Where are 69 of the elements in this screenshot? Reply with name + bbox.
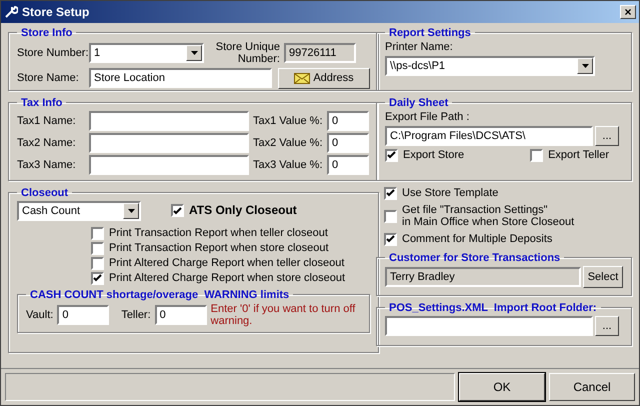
caret-icon (128, 208, 134, 213)
field-label: Tax2 Name: (17, 136, 77, 149)
field-label: Tax1 Name: (17, 114, 77, 127)
field-label: Vault: (26, 309, 54, 322)
checkbox[interactable]: ATS Only Closeout (171, 204, 297, 218)
tax-name-field[interactable] (89, 154, 249, 175)
group-title: CASH COUNT shortage/overage WARNING limits (29, 288, 290, 301)
group-title: Closeout (20, 186, 70, 199)
field-label: Tax3 Value %: (253, 158, 323, 171)
checkbox[interactable]: Export Teller (530, 148, 609, 162)
warning-note: Enter '0' if you want to turn off warning. (210, 302, 356, 328)
caret-icon (190, 50, 198, 55)
closeout-mode-combo[interactable]: Cash Count (17, 200, 141, 221)
check-icon (173, 206, 182, 215)
envelope-icon (294, 72, 310, 84)
vault-field[interactable]: 0 (57, 305, 110, 326)
field-label: Store Name: (17, 72, 80, 84)
tax-name-field[interactable] (89, 110, 249, 131)
checkbox[interactable]: Export Store (385, 148, 464, 162)
check-icon (386, 189, 395, 198)
group-title: Daily Sheet (388, 96, 450, 109)
group-title: Customer for Store Transactions (388, 252, 562, 264)
field-label: Export File Path : (385, 110, 470, 123)
store-number-combo[interactable]: 1 (89, 42, 204, 63)
field-label: Tax2 Value %: (253, 136, 323, 149)
caret-icon (582, 64, 588, 68)
close-button[interactable]: × (620, 4, 636, 19)
checkbox[interactable]: Get file "Transaction Settings" in Main Office when Store Closeout (384, 204, 632, 229)
field-label: Store Unique Number: (214, 40, 280, 65)
dropdown-button[interactable] (577, 58, 593, 74)
store-name-field[interactable]: Store Location (89, 68, 272, 88)
cancel-button[interactable]: Cancel (549, 373, 635, 401)
ok-button[interactable]: OK (459, 373, 545, 401)
check-icon (386, 235, 395, 244)
printer-combo[interactable]: \\ps-dcs\P1 (385, 56, 595, 76)
check-icon (387, 151, 396, 160)
wrench-icon (4, 4, 18, 19)
browse-button[interactable]: ... (595, 316, 619, 336)
group-title: Tax Info (20, 96, 64, 109)
field-label: Store Number: (17, 46, 85, 59)
customer-field: Terry Bradley (385, 266, 581, 287)
tax-name-field[interactable] (89, 132, 249, 153)
browse-button[interactable]: ... (595, 126, 619, 146)
checkbox[interactable]: Print Transaction Report when store closeout (91, 242, 370, 255)
group-title: Report Settings (388, 26, 472, 39)
checkbox[interactable]: Print Altered Charge Report when store closeout (91, 272, 370, 285)
checkbox[interactable]: Print Transaction Report when teller closeout (91, 226, 370, 240)
teller-field[interactable]: 0 (154, 305, 207, 326)
checkbox[interactable]: Print Altered Charge Report when teller closeout (91, 256, 370, 270)
tax-value-field[interactable]: 0 (327, 110, 369, 131)
group-title: Store Info (20, 26, 74, 39)
group-title: POS_Settings.XML Import Root Folder: (388, 302, 598, 314)
tax-value-field[interactable]: 0 (327, 154, 369, 175)
field-label: Printer Name: (385, 40, 454, 53)
window-title: Store Setup (22, 4, 90, 19)
tax-value-field[interactable]: 0 (327, 132, 369, 153)
field-label: Tax3 Name: (17, 158, 77, 171)
field-label: Tax1 Value %: (253, 114, 323, 127)
dropdown-button[interactable] (186, 44, 202, 61)
select-button[interactable]: Select (583, 266, 623, 288)
check-icon (93, 274, 102, 282)
unique-number-field: 99726111 (284, 42, 356, 63)
export-path-field[interactable]: C:\Program Files\DCS\ATS\ (385, 126, 593, 146)
checkbox[interactable]: Use Store Template (384, 186, 632, 200)
dropdown-button[interactable] (123, 202, 139, 219)
address-button[interactable]: Address (278, 68, 370, 89)
field-label: Teller: (121, 309, 151, 322)
import-folder-field[interactable] (385, 316, 593, 336)
checkbox[interactable]: Comment for Multiple Deposits (384, 232, 632, 246)
